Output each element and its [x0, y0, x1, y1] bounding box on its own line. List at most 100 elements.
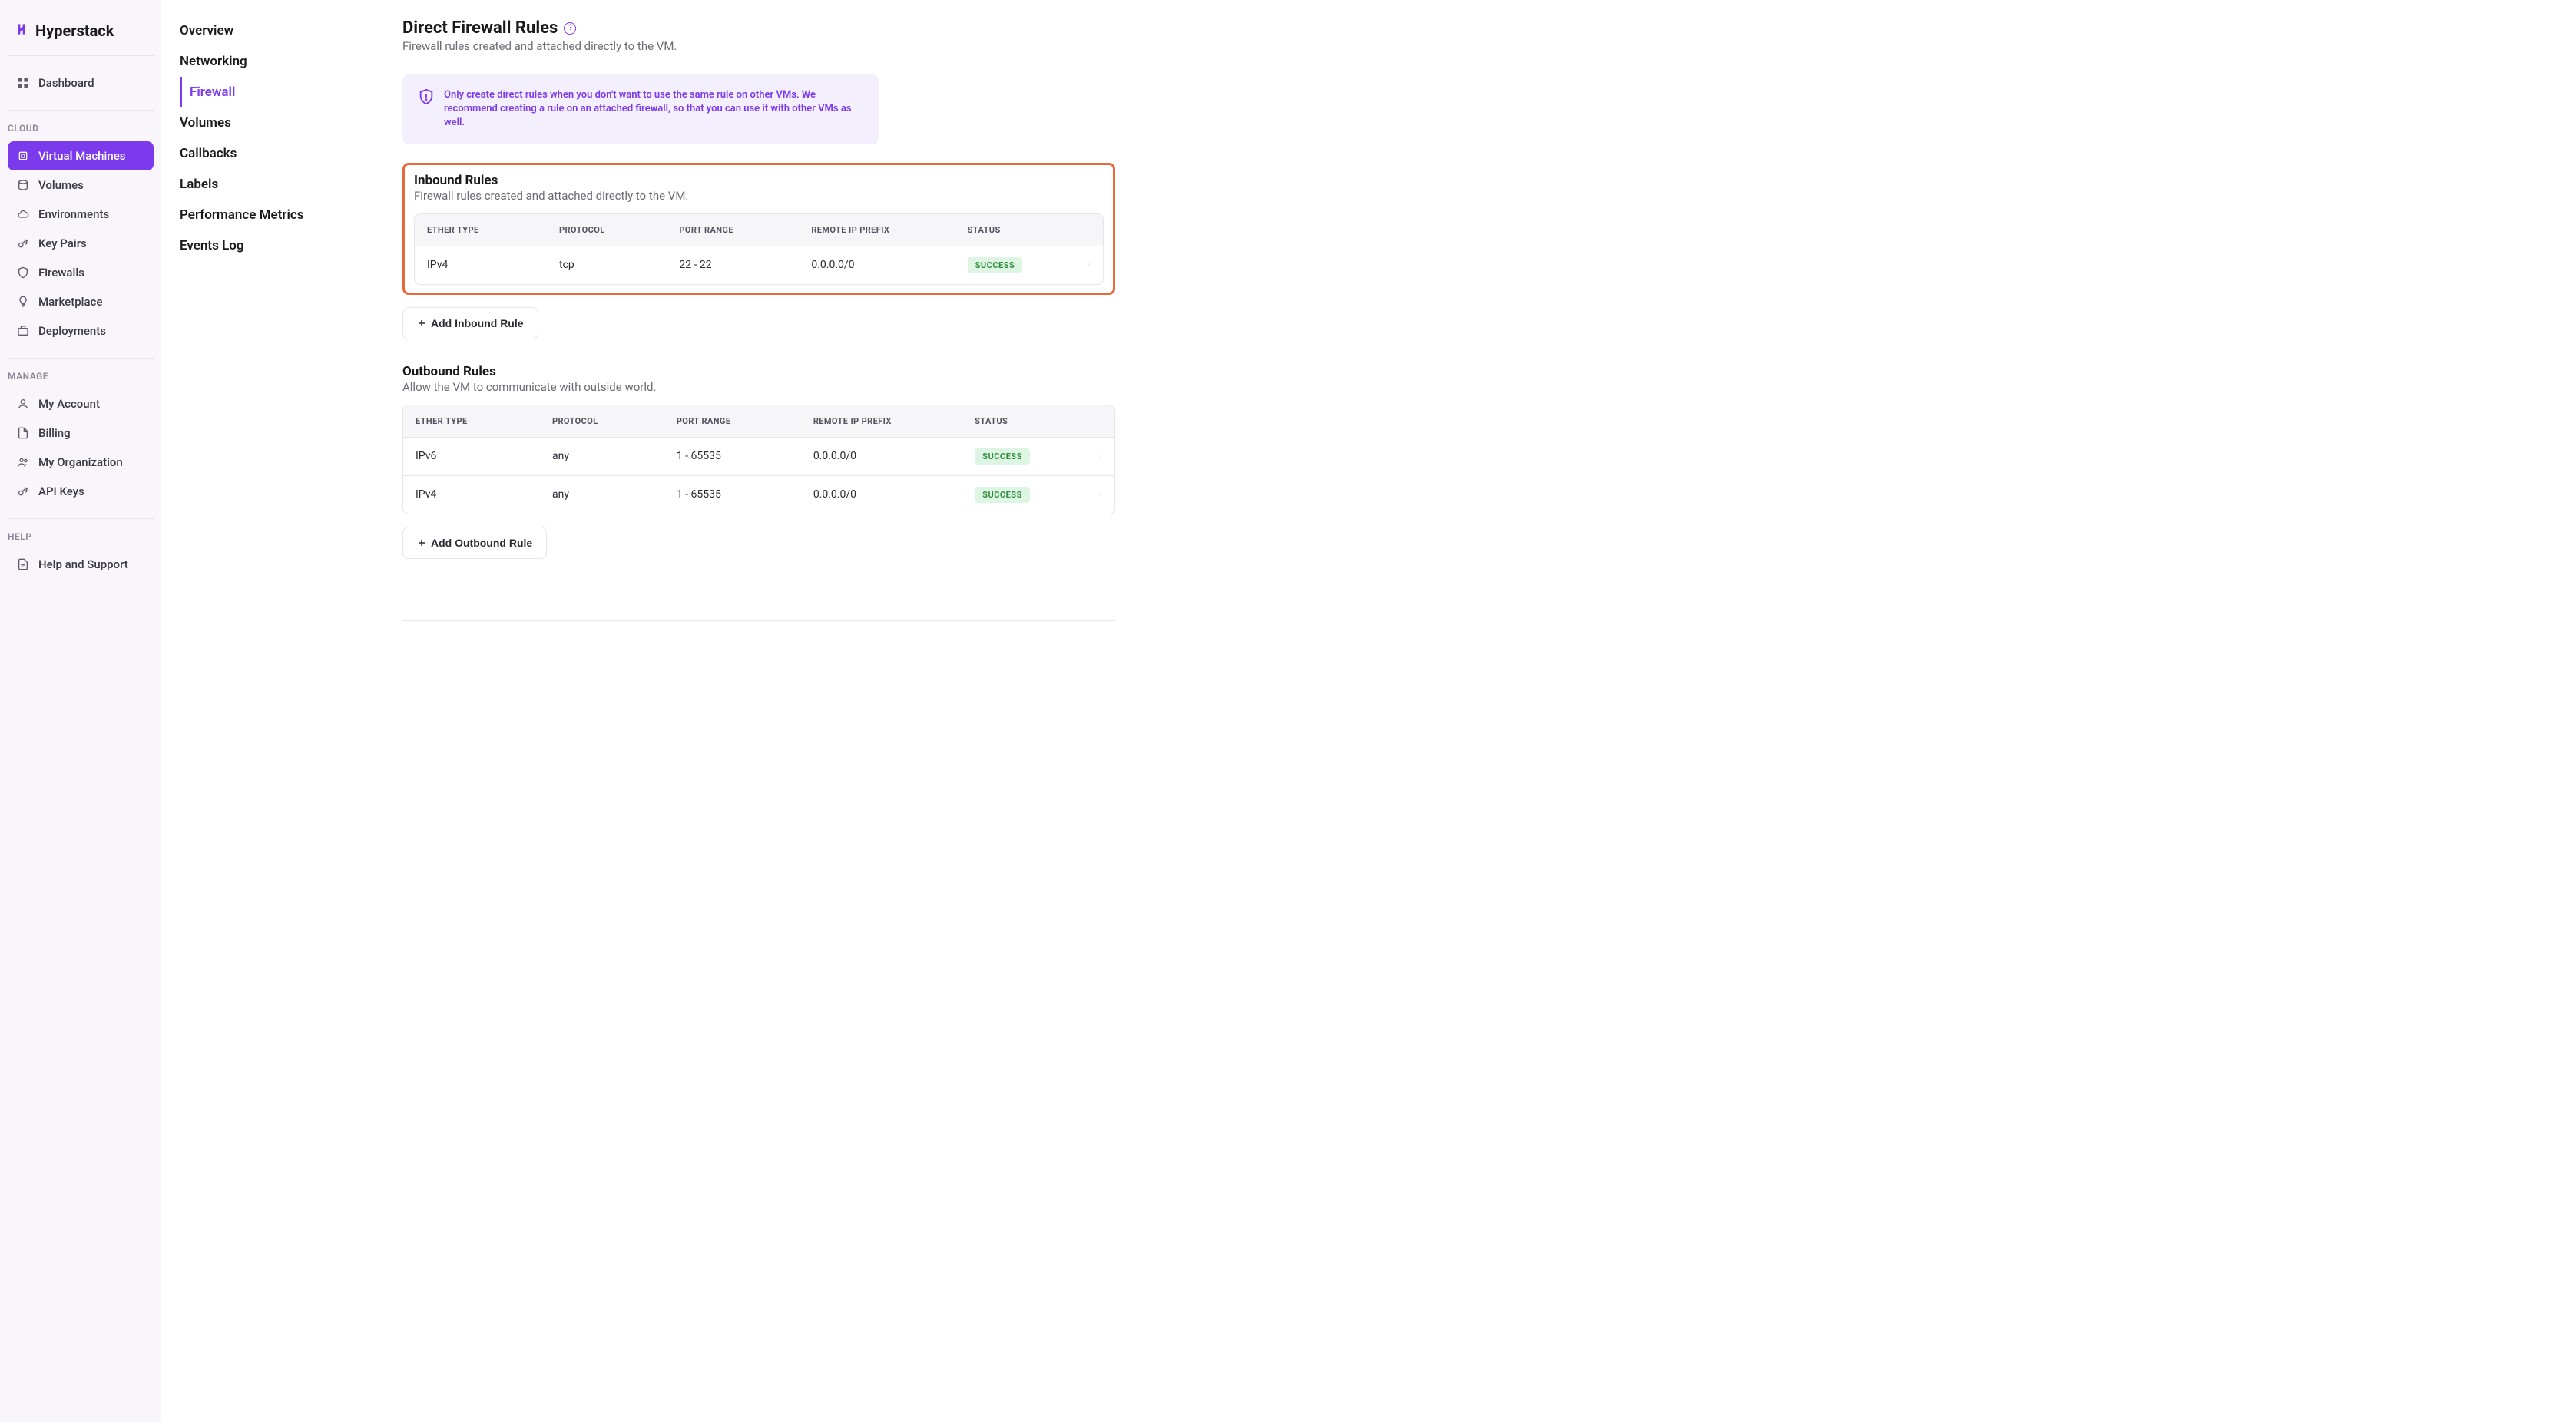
outbound-table: ETHER TYPE PROTOCOL PORT RANGE REMOTE IP… [402, 405, 1115, 514]
table-row: IPv4any1 - 655350.0.0.0/0SUCCESS [403, 475, 1114, 514]
subnav-item-events-log[interactable]: Events Log [180, 230, 366, 261]
page-subtitle: Firewall rules created and attached dire… [402, 39, 1115, 53]
sidebar-item-my-account[interactable]: My Account [8, 389, 154, 418]
col-protocol: PROTOCOL [547, 214, 667, 246]
briefcase-icon [17, 325, 29, 337]
cell-protocol: any [540, 439, 664, 473]
table-header: ETHER TYPE PROTOCOL PORT RANGE REMOTE IP… [403, 405, 1114, 437]
cell-ether: IPv4 [403, 478, 540, 511]
user-icon [17, 398, 29, 410]
sidebar-item-label: My Organization [38, 455, 123, 469]
subnav-item-networking[interactable]: Networking [180, 46, 366, 77]
sidebar-item-label: Deployments [38, 324, 106, 338]
cell-prefix: 0.0.0.0/0 [799, 248, 955, 282]
outbound-title: Outbound Rules [402, 364, 1115, 379]
dashboard-icon [17, 77, 29, 89]
help-icon[interactable]: ? [564, 22, 576, 35]
nav-group-header: CLOUD [8, 123, 154, 141]
more-vertical-icon [1099, 450, 1102, 462]
disk-icon [17, 179, 29, 191]
inbound-subtitle: Firewall rules created and attached dire… [414, 189, 1104, 203]
sidebar-item-label: Help and Support [38, 557, 128, 571]
sidebar-item-label: Key Pairs [38, 236, 87, 250]
nav-group-header: HELP [8, 531, 154, 550]
add-inbound-button[interactable]: Add Inbound Rule [402, 307, 538, 339]
more-vertical-icon [1088, 259, 1091, 271]
sidebar-item-key-pairs[interactable]: Key Pairs [8, 229, 154, 258]
cell-status: SUCCESS [955, 246, 1075, 284]
subnav-item-callbacks[interactable]: Callbacks [180, 138, 366, 169]
add-outbound-label: Add Outbound Rule [431, 537, 532, 549]
sidebar-item-deployments[interactable]: Deployments [8, 316, 154, 346]
cell-ether: IPv4 [415, 248, 547, 282]
inbound-title: Inbound Rules [414, 173, 1104, 188]
main-content: Direct Firewall Rules ? Firewall rules c… [384, 0, 1152, 1422]
subnav: OverviewNetworkingFirewallVolumesCallbac… [161, 0, 384, 1422]
col-port: PORT RANGE [667, 214, 799, 246]
table-row: IPv6any1 - 655350.0.0.0/0SUCCESS [403, 437, 1114, 475]
brand: Hyperstack [8, 15, 154, 56]
key-icon [17, 485, 29, 498]
table-header: ETHER TYPE PROTOCOL PORT RANGE REMOTE IP… [415, 214, 1103, 246]
footer-divider [402, 620, 1115, 621]
sidebar-item-virtual-machines[interactable]: Virtual Machines [8, 141, 154, 170]
cell-prefix: 0.0.0.0/0 [801, 439, 962, 473]
shield-icon [17, 266, 29, 279]
sidebar-item-label: Environments [38, 207, 109, 221]
subnav-item-labels[interactable]: Labels [180, 169, 366, 200]
add-outbound-button[interactable]: Add Outbound Rule [402, 527, 547, 559]
sidebar-item-marketplace[interactable]: Marketplace [8, 287, 154, 316]
subnav-item-performance-metrics[interactable]: Performance Metrics [180, 200, 366, 230]
row-menu-button[interactable] [1075, 248, 1103, 282]
sidebar-item-label: Dashboard [38, 76, 94, 90]
sidebar-item-api-keys[interactable]: API Keys [8, 477, 154, 506]
bulb-icon [17, 296, 29, 308]
col-prefix: REMOTE IP PREFIX [801, 405, 962, 437]
sidebar-item-label: Virtual Machines [38, 149, 125, 163]
brand-name: Hyperstack [35, 21, 114, 40]
nav-group-header: MANAGE [8, 371, 154, 389]
file-icon [17, 427, 29, 439]
status-badge: SUCCESS [968, 257, 1023, 273]
cell-protocol: any [540, 478, 664, 511]
doc-icon [17, 558, 29, 570]
subnav-item-volumes[interactable]: Volumes [180, 107, 366, 138]
plus-icon [417, 319, 426, 328]
sidebar-item-dashboard[interactable]: Dashboard [8, 68, 154, 98]
sidebar-item-label: My Account [38, 397, 100, 411]
sidebar-item-environments[interactable]: Environments [8, 200, 154, 229]
sidebar-item-firewalls[interactable]: Firewalls [8, 258, 154, 287]
sidebar-item-billing[interactable]: Billing [8, 418, 154, 448]
key-icon [17, 237, 29, 250]
col-ether: ETHER TYPE [415, 214, 547, 246]
cell-port: 1 - 65535 [664, 478, 801, 511]
cpu-icon [17, 150, 29, 162]
cell-prefix: 0.0.0.0/0 [801, 478, 962, 511]
brand-logo-icon [14, 21, 29, 40]
subnav-item-overview[interactable]: Overview [180, 15, 366, 46]
cell-protocol: tcp [547, 248, 667, 282]
shield-warning-icon [418, 88, 435, 105]
col-prefix: REMOTE IP PREFIX [799, 214, 955, 246]
col-status: STATUS [962, 405, 1087, 437]
plus-icon [417, 538, 426, 547]
table-row: IPv4tcp22 - 220.0.0.0/0 SUCCESS [415, 246, 1103, 284]
add-inbound-label: Add Inbound Rule [431, 317, 524, 329]
sidebar-item-help-and-support[interactable]: Help and Support [8, 550, 154, 579]
subnav-item-firewall[interactable]: Firewall [180, 77, 366, 107]
cell-status: SUCCESS [962, 476, 1087, 514]
sidebar: Hyperstack Dashboard CLOUD Virtual Machin… [0, 0, 161, 1422]
sidebar-item-label: Volumes [38, 178, 84, 192]
sidebar-item-label: Firewalls [38, 266, 84, 279]
row-menu-button[interactable] [1087, 478, 1114, 511]
users-icon [17, 456, 29, 468]
outbound-subtitle: Allow the VM to communicate with outside… [402, 380, 1115, 394]
sidebar-item-label: Billing [38, 426, 71, 440]
cell-status: SUCCESS [962, 438, 1087, 475]
more-vertical-icon [1099, 488, 1102, 501]
sidebar-item-label: Marketplace [38, 295, 102, 309]
row-menu-button[interactable] [1087, 439, 1114, 473]
sidebar-item-my-organization[interactable]: My Organization [8, 448, 154, 477]
cell-port: 22 - 22 [667, 248, 799, 282]
sidebar-item-volumes[interactable]: Volumes [8, 170, 154, 200]
